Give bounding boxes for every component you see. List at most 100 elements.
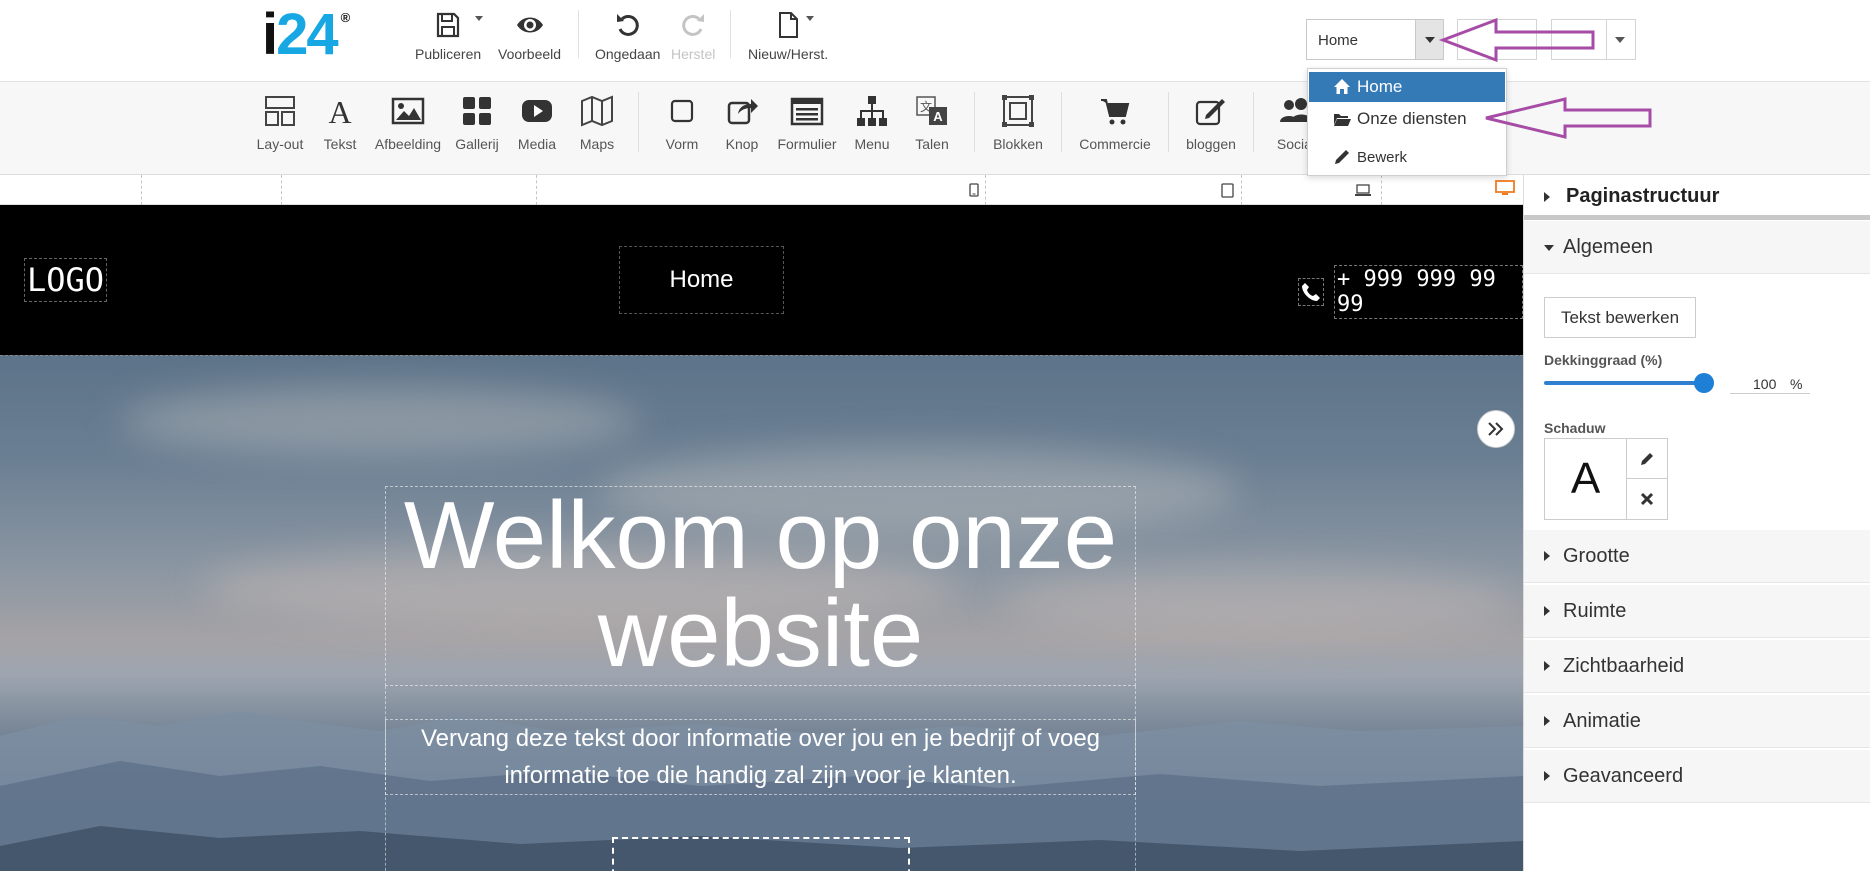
commerce-label: Commercie [1079, 136, 1151, 152]
laptop-device-icon[interactable] [1354, 183, 1372, 197]
section-advanced[interactable]: Geavanceerd [1524, 750, 1870, 803]
site-header[interactable]: LOGO Home + 999 999 99 99 [0, 205, 1523, 355]
page-select-arrow-icon[interactable] [1415, 20, 1443, 59]
logo-letter: i [262, 2, 278, 67]
page-canvas[interactable]: LOGO Home + 999 999 99 99 Welkom op onze… [0, 205, 1523, 871]
redo-icon [682, 14, 705, 36]
caret-right-icon [1544, 192, 1550, 202]
general-settings: Tekst bewerken Dekkinggraad (%) 100 % Sc… [1524, 275, 1870, 530]
caret-right-icon [1544, 606, 1550, 616]
preview-button[interactable]: Voorbeeld [498, 10, 561, 62]
opacity-slider-handle[interactable] [1694, 373, 1714, 393]
svg-text:A: A [328, 94, 351, 128]
dropdown-item-edit[interactable]: Bewerk [1309, 142, 1505, 172]
shadow-remove-button[interactable] [1626, 478, 1668, 520]
form-label: Formulier [777, 136, 837, 152]
page-select[interactable]: Home [1306, 19, 1444, 60]
site-phone[interactable]: + 999 999 99 99 [1298, 265, 1523, 319]
tablet-device-icon[interactable] [1221, 183, 1234, 198]
page-dropdown-menu: Home Onze diensten Bewerk [1307, 68, 1507, 176]
phone-number[interactable]: + 999 999 99 99 [1333, 265, 1523, 319]
toolbar-separator [1253, 92, 1254, 152]
section-general[interactable]: Algemeen [1524, 221, 1870, 274]
section-label: Grootte [1563, 545, 1630, 567]
new-restore-button[interactable]: Nieuw/Herst. [748, 10, 828, 62]
dropdown-item-label: Home [1357, 77, 1403, 96]
save-icon [436, 12, 460, 38]
caret-right-icon [1544, 551, 1550, 561]
expand-panel-button[interactable] [1477, 410, 1515, 448]
blocks-button[interactable]: Blokken [978, 94, 1058, 152]
top-bar: i 24 ® Publiceren Voorbeeld Ongedaan Her… [0, 0, 1870, 82]
mobile-device-icon[interactable] [969, 183, 979, 197]
page-structure-header[interactable]: Paginastructuur [1524, 175, 1870, 220]
maps-button[interactable]: Maps [557, 94, 637, 152]
logo-number: 24 [276, 2, 338, 67]
nav-item-home[interactable]: Home [669, 266, 733, 294]
hero-title[interactable]: Welkom op onze website [385, 486, 1136, 686]
new-restore-caret-icon [806, 16, 815, 21]
site-nav-menu[interactable]: Home [619, 246, 784, 314]
undo-button[interactable]: Ongedaan [595, 10, 660, 62]
close-icon [1640, 492, 1654, 506]
toolbar-separator [638, 92, 639, 152]
hero-section[interactable]: Welkom op onze website Vervang deze teks… [0, 355, 1523, 871]
desktop-device-icon[interactable] [1495, 180, 1515, 196]
edit-text-button[interactable]: Tekst bewerken [1544, 297, 1696, 338]
page-select-value: Home [1318, 32, 1359, 49]
section-visibility[interactable]: Zichtbaarheid [1524, 640, 1870, 693]
toolbar-separator [1168, 92, 1169, 152]
pencil-icon [1335, 150, 1349, 164]
i24-logo[interactable]: i 24 ® [262, 2, 350, 67]
image-label: Afbeelding [374, 136, 442, 152]
publish-button[interactable]: Publiceren [415, 10, 484, 62]
section-animation[interactable]: Animatie [1524, 695, 1870, 748]
new-restore-label: Nieuw/Herst. [748, 46, 829, 62]
hero-description[interactable]: Vervang deze tekst door informatie over … [385, 719, 1136, 795]
home-icon [1334, 79, 1350, 94]
shadow-edit-button[interactable] [1626, 438, 1668, 479]
redo-button[interactable]: Herstel [671, 10, 715, 62]
hero-button[interactable] [612, 837, 910, 871]
section-size[interactable]: Grootte [1524, 530, 1870, 583]
image-button[interactable]: Afbeelding [368, 94, 448, 152]
language-select[interactable] [1551, 19, 1636, 60]
dropdown-item-home[interactable]: Home [1309, 72, 1505, 102]
double-chevron-right-icon [1488, 422, 1504, 436]
languages-label: Talen [915, 136, 949, 152]
layout-label: Lay-out [256, 136, 304, 152]
blog-button[interactable]: bloggen [1171, 94, 1251, 152]
site-logo[interactable]: LOGO [24, 258, 108, 302]
device-select[interactable] [1457, 19, 1537, 60]
opacity-label: Dekkinggraad (%) [1544, 352, 1663, 368]
gallery-icon [463, 97, 491, 125]
shadow-preview[interactable]: A [1544, 438, 1627, 520]
dropdown-item-onze-diensten[interactable]: Onze diensten [1309, 104, 1505, 134]
new-file-icon [779, 12, 799, 38]
undo-label: Ongedaan [595, 46, 661, 62]
opacity-slider-track[interactable] [1544, 381, 1704, 385]
shadow-label: Schaduw [1544, 420, 1606, 436]
maps-label: Maps [579, 136, 615, 152]
section-general-label: Algemeen [1563, 236, 1654, 258]
section-spacing[interactable]: Ruimte [1524, 585, 1870, 638]
opacity-unit: % [1790, 376, 1803, 392]
youtube-icon [522, 100, 552, 122]
languages-button[interactable]: 文A Talen [892, 94, 972, 152]
breakpoint-ruler [0, 175, 1523, 205]
blocks-icon [1002, 95, 1034, 127]
section-label: Animatie [1563, 710, 1641, 732]
opacity-input[interactable]: 100 % [1730, 372, 1810, 394]
section-label: Geavanceerd [1563, 765, 1684, 787]
commerce-button[interactable]: Commercie [1075, 94, 1155, 152]
caret-right-icon [1544, 661, 1550, 671]
cart-icon [1101, 99, 1130, 125]
pencil-icon [1641, 452, 1653, 465]
blog-label: bloggen [1186, 136, 1236, 152]
preview-label: Voorbeeld [498, 46, 562, 62]
svg-text:A: A [933, 109, 943, 124]
translate-icon: 文A [916, 96, 947, 125]
section-label: Zichtbaarheid [1563, 655, 1685, 677]
opacity-value: 100 [1753, 376, 1777, 392]
element-toolbar: Lay-out A Tekst Afbeelding Gallerij Medi… [0, 82, 1870, 175]
